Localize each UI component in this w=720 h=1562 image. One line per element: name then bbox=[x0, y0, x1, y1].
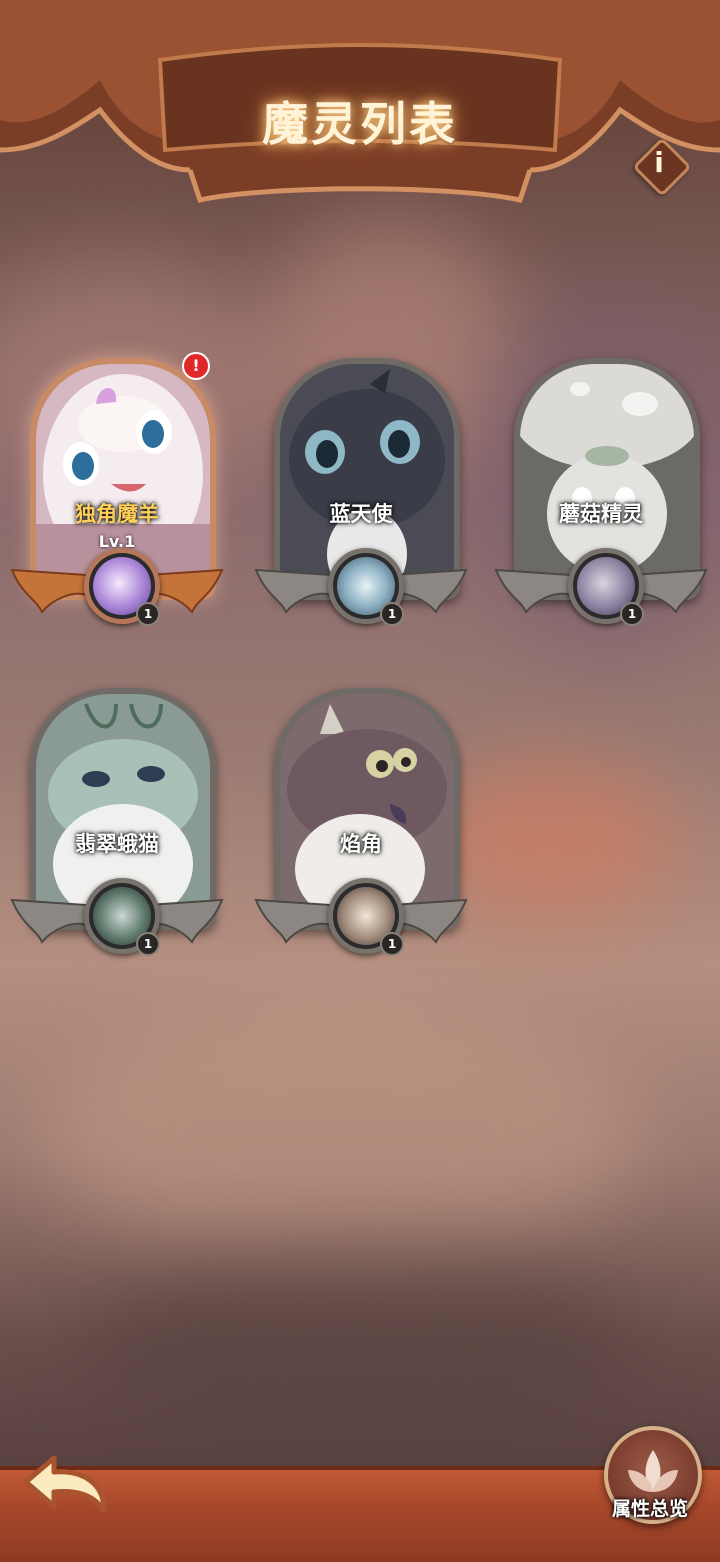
info-icon: i bbox=[654, 146, 664, 179]
count-badge: 1 bbox=[380, 932, 404, 956]
card-name: 蘑菇精灵 bbox=[559, 502, 643, 526]
count-badge: 1 bbox=[380, 602, 404, 626]
back-button[interactable] bbox=[18, 1452, 110, 1524]
back-arrow-icon bbox=[23, 1455, 107, 1513]
spirit-card-3[interactable]: 蘑菇精灵 1 bbox=[486, 352, 716, 642]
header-banner: 魔灵列表 bbox=[0, 0, 720, 215]
spirit-card-2[interactable]: 蓝天使 1 bbox=[246, 352, 476, 642]
count-badge: 1 bbox=[136, 602, 160, 626]
count-badge: 1 bbox=[620, 602, 644, 626]
spirit-card-1[interactable]: 独角魔羊 Lv.1 1 ! bbox=[2, 352, 232, 642]
count-badge: 1 bbox=[136, 932, 160, 956]
card-name: 翡翠蛾猫 bbox=[75, 832, 159, 856]
spirit-card-4[interactable]: 翡翠蛾猫 1 bbox=[2, 682, 232, 972]
alert-icon: ! bbox=[182, 352, 210, 380]
card-name: 蓝天使 bbox=[329, 502, 393, 526]
attribute-overview-button[interactable]: 属性总览 bbox=[598, 1426, 702, 1526]
info-button[interactable]: i bbox=[632, 137, 692, 197]
page-title: 魔灵列表 bbox=[262, 97, 458, 151]
card-name: 独角魔羊 bbox=[75, 502, 159, 526]
spirit-card-5[interactable]: 焰角 1 bbox=[246, 682, 476, 972]
card-name: 焰角 bbox=[340, 832, 382, 856]
overview-label: 属性总览 bbox=[611, 1498, 688, 1520]
